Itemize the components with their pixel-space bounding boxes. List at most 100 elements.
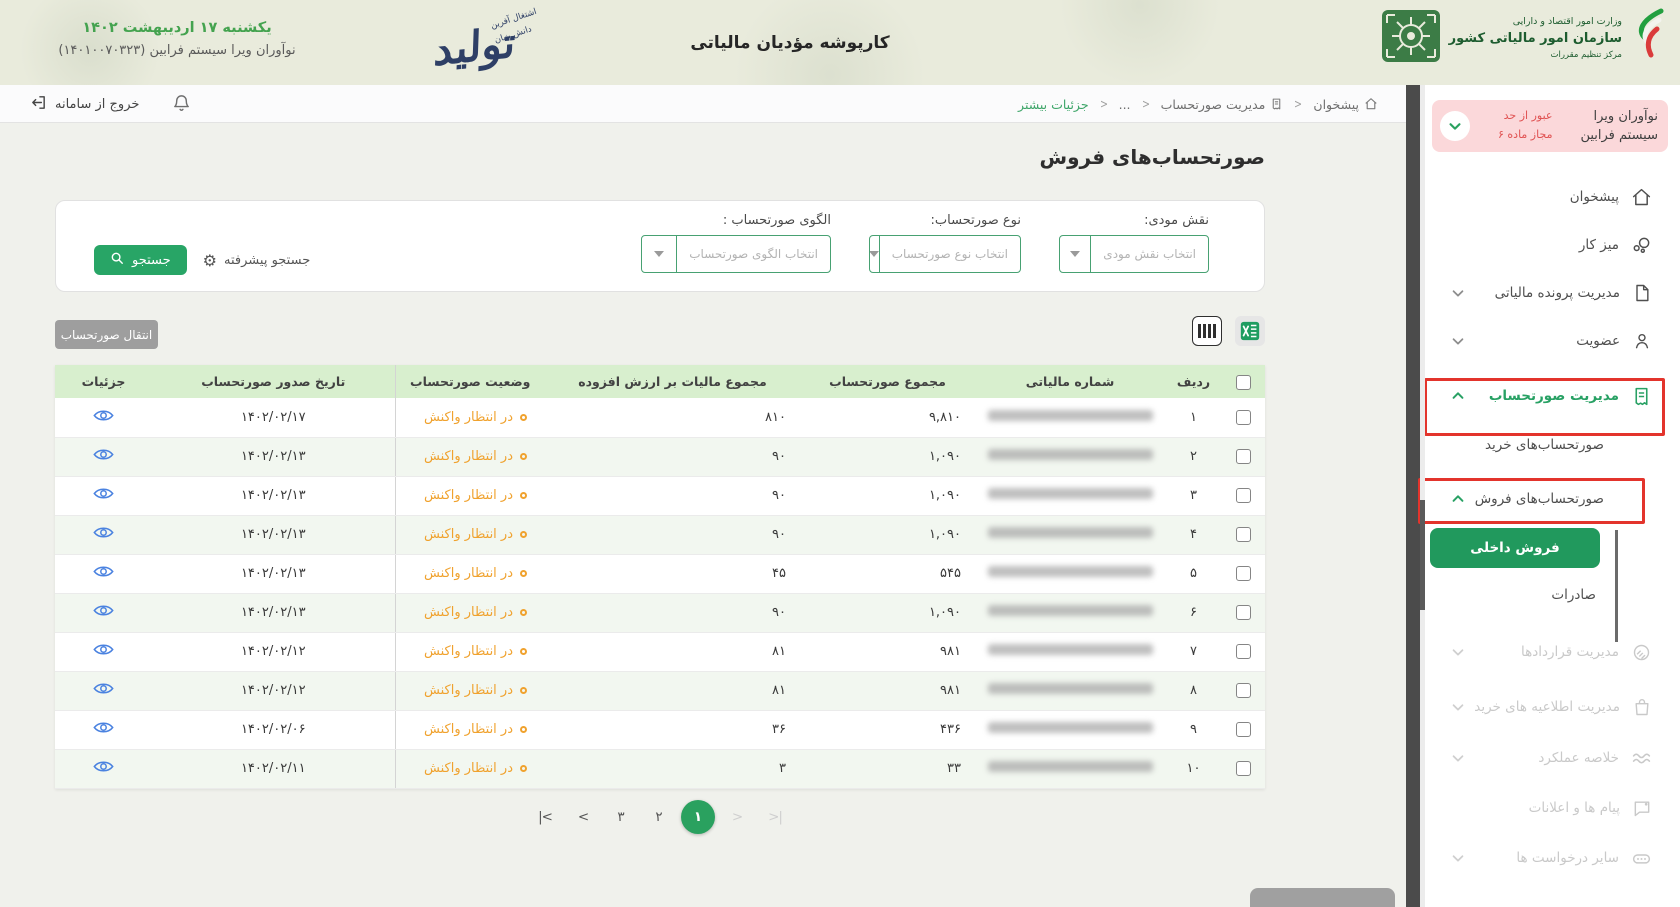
chevron-down-icon (1450, 850, 1466, 866)
sidebar-item-dashboard[interactable]: پیشخوان (1420, 180, 1680, 214)
details-cell (55, 515, 152, 554)
tax-organization-emblem-icon (1381, 9, 1441, 67)
sidebar-item-tax-file-management[interactable]: مدیریت پرونده مالیاتی (1420, 276, 1680, 310)
details-cell (55, 437, 152, 476)
invoice-type-placeholder: انتخاب نوع صورتحساب (880, 247, 1020, 261)
invoice-total: ۹,۸۱۰ (800, 398, 975, 437)
details-eye-icon[interactable] (93, 525, 114, 540)
vat-total: ۸۱ (545, 671, 800, 710)
breadcrumb-home[interactable]: پیشخوان (1313, 97, 1378, 112)
table-row: ۷ ۹۸۱ ۸۱ در انتظار واکنش ۱۴۰۲/۰۲/۱۲ (55, 632, 1265, 671)
pagination-page-1-current[interactable]: ۱ (681, 800, 715, 834)
logout-button[interactable]: خروج از سامانه (30, 85, 139, 123)
select-all-checkbox[interactable] (1236, 375, 1251, 390)
issue-date: ۱۴۰۲/۰۲/۱۲ (152, 632, 395, 671)
notifications-bell-icon[interactable] (172, 93, 191, 117)
tax-number-cell (975, 515, 1165, 554)
ministry-line3: مرکز تنظیم مقررات (1449, 49, 1622, 62)
transfer-invoice-button[interactable]: انتقال صورتحساب (55, 320, 158, 349)
pagination-first[interactable]: |< (529, 801, 561, 833)
row-checkbox[interactable] (1236, 605, 1251, 620)
row-checkbox-cell (1222, 437, 1265, 476)
chevron-down-icon (642, 236, 677, 272)
details-eye-icon[interactable] (93, 564, 114, 579)
sidebar-item-label: پیام ها و اعلانات (1529, 800, 1620, 816)
user-badge-warning: عبور از حد مجاز ماده ۶ (1498, 107, 1552, 144)
sidebar-item-purchase-notices-management: مدیریت اطلاعیه های خرید (1420, 690, 1680, 724)
vat-total: ۳ (545, 749, 800, 788)
workdesk-icon (1631, 235, 1652, 256)
tax-number-redacted (988, 488, 1153, 499)
issue-date: ۱۴۰۲/۰۲/۱۲ (152, 671, 395, 710)
breadcrumb-home-label: پیشخوان (1313, 97, 1359, 112)
invoice-total: ۹۸۱ (800, 671, 975, 710)
details-eye-icon[interactable] (93, 486, 114, 501)
row-checkbox[interactable] (1236, 527, 1251, 542)
table-body: ۱ ۹,۸۱۰ ۸۱۰ در انتظار واکنش ۱۴۰۲/۰۲/۱۷ ۲… (55, 398, 1265, 788)
row-checkbox[interactable] (1236, 410, 1251, 425)
invoice-status: در انتظار واکنش (395, 632, 545, 671)
row-checkbox[interactable] (1236, 644, 1251, 659)
breadcrumb-invoice-management[interactable]: مدیریت صورتحساب (1161, 97, 1284, 112)
details-eye-icon[interactable] (93, 681, 114, 696)
row-checkbox[interactable] (1236, 761, 1251, 776)
pagination-page-2[interactable]: ۲ (643, 801, 675, 833)
gear-icon: ⚙ (203, 251, 217, 270)
content-scrollbar[interactable] (1406, 85, 1420, 907)
invoice-pattern-select[interactable]: انتخاب الگوی صورتحساب (641, 235, 831, 273)
chevron-down-icon[interactable] (1440, 111, 1470, 141)
invoice-status: در انتظار واکنش (395, 749, 545, 788)
tax-number-cell (975, 749, 1165, 788)
pagination-page-3[interactable]: ۳ (605, 801, 637, 833)
breadcrumb-separator: < (1100, 97, 1108, 111)
sidebar-item-exports[interactable]: صادرات (1420, 578, 1680, 612)
taxpayer-role-select[interactable]: انتخاب نقش مودی (1059, 235, 1209, 273)
details-eye-icon[interactable] (93, 603, 114, 618)
sidebar-scrollbar[interactable] (1420, 85, 1425, 907)
invoice-status: در انتظار واکنش (395, 710, 545, 749)
vat-total: ۹۰ (545, 515, 800, 554)
details-eye-icon[interactable] (93, 447, 114, 462)
search-label: جستجو (132, 253, 171, 268)
sidebar-item-membership[interactable]: عضویت (1420, 324, 1680, 358)
status-dot-icon (520, 609, 527, 616)
table-row: ۳ ۱,۰۹۰ ۹۰ در انتظار واکنش ۱۴۰۲/۰۲/۱۳ (55, 476, 1265, 515)
production-slogan-logo: اشتغال آفرین دانش بنیان تولید (430, 4, 540, 82)
sidebar-item-purchase-invoices[interactable]: صورتحساب‌های خرید (1420, 428, 1680, 462)
user-badge[interactable]: نوآوران ویرا سیستم فرابین عبور از حد مجا… (1432, 100, 1668, 152)
status-dot-icon (520, 648, 527, 655)
advanced-search-button[interactable]: جستجو پیشرفته ⚙ (203, 251, 311, 270)
chevron-up-icon (1450, 388, 1466, 404)
table-row: ۸ ۹۸۱ ۸۱ در انتظار واکنش ۱۴۰۲/۰۲/۱۲ (55, 671, 1265, 710)
details-eye-icon[interactable] (93, 720, 114, 735)
row-checkbox-cell (1222, 398, 1265, 437)
details-eye-icon[interactable] (93, 759, 114, 774)
column-settings-button[interactable] (1192, 316, 1222, 346)
col-invoice-status: وضعیت صورتحساب (395, 365, 545, 398)
row-checkbox-cell (1222, 749, 1265, 788)
sidebar-item-sales-invoices[interactable]: صورتحساب‌های فروش (1420, 482, 1680, 516)
sidebar-item-label: صادرات (1551, 587, 1596, 603)
row-checkbox[interactable] (1236, 449, 1251, 464)
top-header: یکشنبه ۱۷ اردیبهشت ۱۴۰۲ نوآوران ویرا سیس… (0, 0, 1680, 85)
sidebar-item-label: مدیریت قراردادها (1521, 644, 1619, 660)
clipped-invoice-button[interactable]: صورتحساب (1250, 888, 1395, 907)
details-eye-icon[interactable] (93, 408, 114, 423)
issue-date: ۱۴۰۲/۰۲/۱۷ (152, 398, 395, 437)
table-row: ۵ ۵۴۵ ۴۵ در انتظار واکنش ۱۴۰۲/۰۲/۱۳ (55, 554, 1265, 593)
sidebar-item-domestic-sales[interactable]: فروش داخلی (1430, 528, 1600, 568)
breadcrumb-ellipsis[interactable]: ... (1119, 97, 1131, 112)
search-icon (110, 251, 124, 269)
export-excel-button[interactable] (1235, 316, 1265, 346)
invoice-type-select[interactable]: انتخاب نوع صورتحساب (869, 235, 1021, 273)
row-checkbox[interactable] (1236, 566, 1251, 581)
row-checkbox[interactable] (1236, 488, 1251, 503)
row-checkbox[interactable] (1236, 722, 1251, 737)
row-checkbox[interactable] (1236, 683, 1251, 698)
vat-total: ۳۶ (545, 710, 800, 749)
pagination-prev[interactable]: < (567, 801, 599, 833)
sidebar-item-invoice-management[interactable]: مدیریت صورتحساب (1420, 379, 1680, 413)
details-eye-icon[interactable] (93, 642, 114, 657)
search-button[interactable]: جستجو (94, 245, 187, 275)
sidebar-item-workdesk[interactable]: میز کار (1420, 228, 1680, 262)
